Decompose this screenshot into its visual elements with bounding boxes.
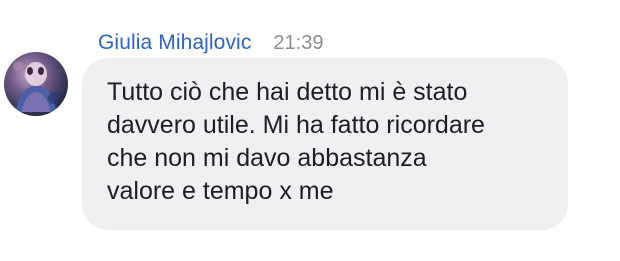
message-header: Giulia Mihajlovic 21:39 xyxy=(98,28,323,58)
message-bubble[interactable]: Tutto ciò che hai detto mi è stato davve… xyxy=(82,58,568,230)
avatar[interactable] xyxy=(4,52,68,116)
message-timestamp: 21:39 xyxy=(273,31,324,54)
chat-message: Giulia Mihajlovic 21:39 Tutto ciò che ha… xyxy=(0,0,620,261)
message-text: Tutto ciò che hai detto mi è stato davve… xyxy=(107,78,485,205)
profile-photo-icon xyxy=(13,61,60,112)
sender-name[interactable]: Giulia Mihajlovic xyxy=(98,31,251,55)
